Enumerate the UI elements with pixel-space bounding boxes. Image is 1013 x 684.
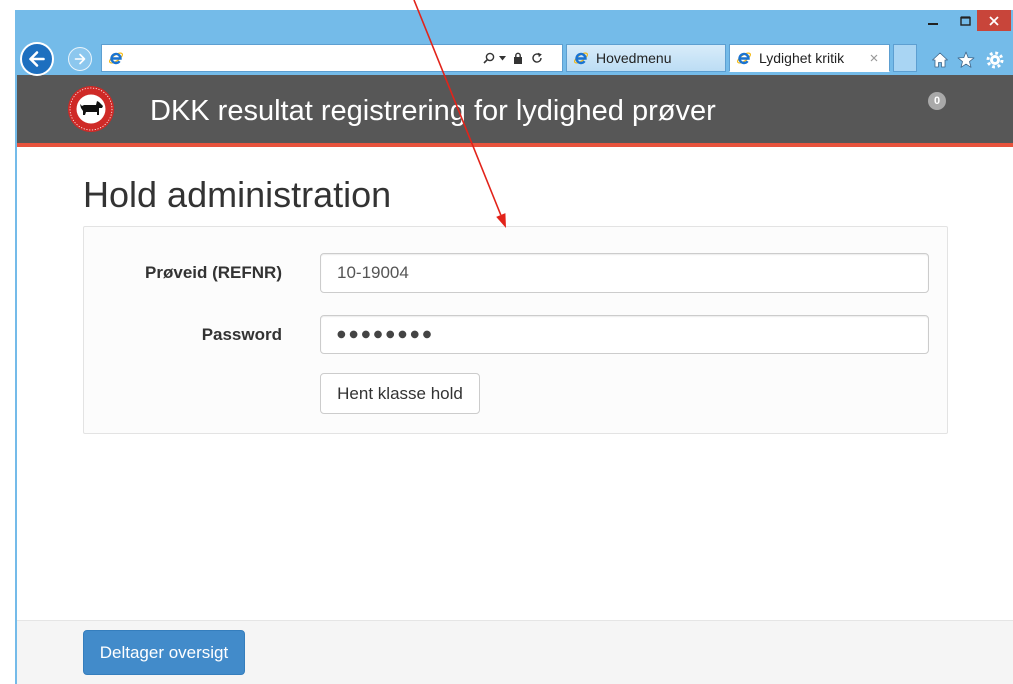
refresh-button[interactable]: [530, 45, 544, 71]
ie-icon: [109, 52, 123, 65]
close-icon: [989, 15, 999, 26]
maximize-icon: [959, 15, 971, 26]
screenshot: Hovedmenu Lydighet kritik DKK resultat r…: [0, 0, 1013, 684]
tab-hovedmenu[interactable]: Hovedmenu: [566, 44, 726, 72]
settings-button[interactable]: [986, 51, 1004, 69]
forward-arrow-icon: [74, 53, 86, 65]
lock-icon: [514, 52, 522, 64]
tab-label: Hovedmenu: [596, 50, 672, 66]
search-icon: [483, 52, 495, 64]
participant-overview-button[interactable]: Deltager oversigt: [83, 630, 245, 675]
tab-close-button[interactable]: [869, 53, 879, 63]
refnr-label: Prøveid (REFNR): [145, 263, 282, 282]
password-input[interactable]: [320, 315, 929, 354]
ie-icon: [574, 52, 588, 65]
form-panel: Prøveid (REFNR) Password Hent klasse hol…: [83, 226, 948, 434]
back-button[interactable]: [20, 42, 54, 76]
gear-icon: [986, 51, 1004, 69]
window-close-button[interactable]: [977, 10, 1011, 31]
search-button[interactable]: [482, 45, 496, 71]
fetch-class-teams-button[interactable]: Hent klasse hold: [320, 373, 480, 414]
home-icon: [932, 52, 948, 68]
notification-badge: 0: [928, 92, 946, 110]
tab-label: Lydighet kritik: [759, 50, 845, 66]
page-title: Hold administration: [83, 174, 392, 215]
page-footer: Deltager oversigt: [17, 620, 1013, 684]
maximize-button[interactable]: [954, 10, 976, 31]
dropdown-icon: [498, 55, 506, 60]
password-label: Password: [201, 325, 282, 344]
dkk-logo[interactable]: [68, 86, 114, 132]
minimize-button[interactable]: [922, 10, 944, 31]
tab-lydighet-kritik[interactable]: Lydighet kritik: [729, 44, 890, 72]
back-arrow-icon: [29, 51, 45, 67]
site-title: DKK resultat registrering for lydighed p…: [150, 95, 716, 127]
address-input[interactable]: [128, 47, 473, 69]
home-button[interactable]: [931, 51, 949, 69]
new-tab-button[interactable]: [893, 44, 917, 72]
refnr-input[interactable]: [320, 253, 929, 293]
close-icon: [870, 54, 878, 62]
forward-button[interactable]: [68, 47, 92, 71]
favorites-button[interactable]: [957, 51, 975, 69]
security-lock-button[interactable]: [512, 45, 524, 71]
address-bar: [101, 44, 563, 72]
ie-icon: [737, 52, 751, 65]
minimize-icon: [928, 22, 938, 25]
page-header: DKK resultat registrering for lydighed p…: [17, 75, 1013, 147]
page-viewport: DKK resultat registrering for lydighed p…: [17, 75, 1013, 684]
browser-window: Hovedmenu Lydighet kritik DKK resultat r…: [15, 10, 1013, 684]
star-icon: [957, 51, 975, 68]
address-dropdown-button[interactable]: [497, 45, 507, 71]
refresh-icon: [532, 52, 542, 63]
